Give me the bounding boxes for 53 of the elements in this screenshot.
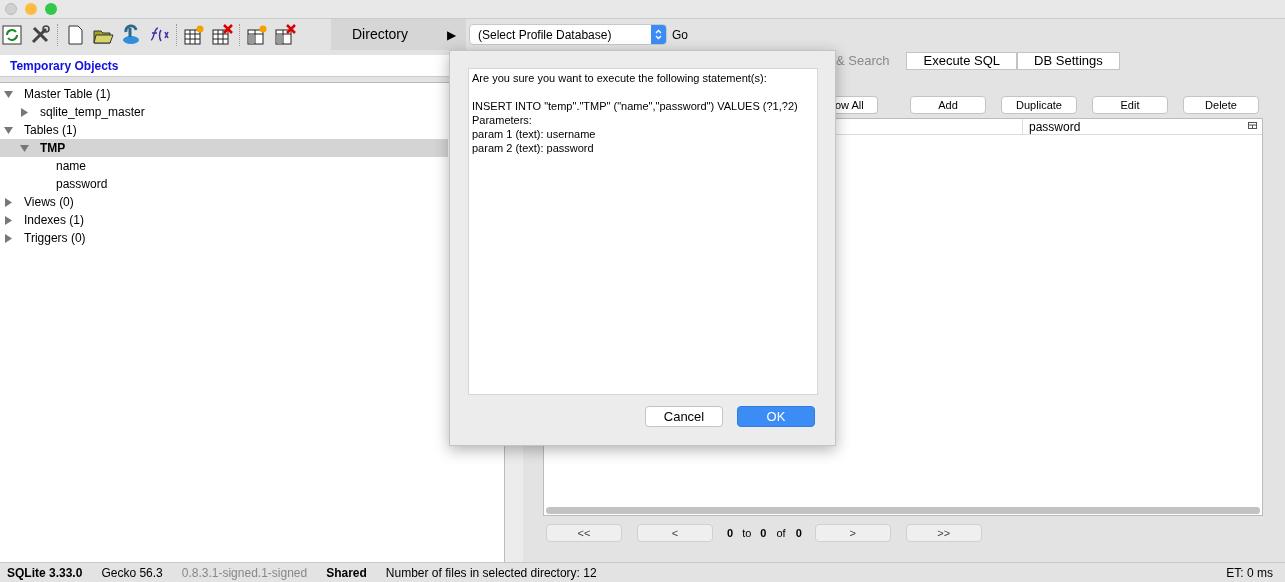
tree-item[interactable]: Views (0) <box>0 193 448 211</box>
tree-item[interactable]: password <box>0 175 448 193</box>
directory-label: Directory <box>352 25 409 44</box>
status-text: 0.8.3.1-signed.1-signed <box>181 564 308 582</box>
tools-icon[interactable] <box>29 23 51 46</box>
message-line: INSERT INTO "temp"."TMP" ("name","password") VALUES (?1,?2) <box>472 99 799 113</box>
tab[interactable]: DB Settings <box>1017 52 1120 70</box>
pager-label: to <box>742 525 752 541</box>
tree-item[interactable]: Indexes (1) <box>0 211 448 229</box>
tab[interactable]: Execute SQL <box>906 52 1018 70</box>
action-button[interactable]: ow All <box>835 96 878 114</box>
action-button[interactable]: Duplicate <box>1001 96 1077 114</box>
message-line: Parameters: <box>472 113 533 127</box>
chevron-icon[interactable] <box>655 29 662 40</box>
status-text: SQLite 3.33.0 <box>7 564 83 582</box>
pager-button[interactable]: << <box>546 524 622 542</box>
page-number: 0 <box>795 525 802 541</box>
action-button[interactable]: Delete <box>1183 96 1259 114</box>
action-button[interactable]: Add <box>910 96 986 114</box>
message-line: param 1 (text): username <box>472 127 597 141</box>
column-picker-icon[interactable] <box>1248 122 1258 131</box>
tree-item[interactable]: name <box>0 157 448 175</box>
scrollbar[interactable] <box>546 506 1260 514</box>
tree-item[interactable]: Master Table (1) <box>0 85 448 103</box>
page-number: 0 <box>727 525 734 541</box>
status-text: ET: 0 ms <box>1226 564 1274 582</box>
expanded-triangle-icon[interactable] <box>4 89 13 99</box>
add-table-icon[interactable] <box>183 23 205 46</box>
pager-button[interactable]: >> <box>905 524 982 542</box>
dialog-button[interactable]: Cancel <box>645 406 723 427</box>
tree-item[interactable]: Triggers (0) <box>0 229 448 247</box>
pager-label: of <box>776 525 786 541</box>
tree-item[interactable]: Tables (1) <box>0 121 448 139</box>
go-button[interactable]: Go <box>672 25 688 44</box>
arrow-button[interactable]: ▶ <box>447 25 456 44</box>
pager-button[interactable]: < <box>637 524 713 542</box>
status-text: Gecko 56.3 <box>101 564 163 582</box>
collapsed-triangle-icon[interactable] <box>20 107 29 117</box>
profile-select[interactable]: (Select Profile Database) <box>469 24 667 45</box>
tree-item[interactable]: TMP <box>0 139 448 157</box>
status-text: Shared <box>326 564 367 582</box>
page-number: 0 <box>760 525 767 541</box>
pager-button[interactable]: > <box>814 524 891 542</box>
refresh-icon[interactable] <box>1 23 23 46</box>
message-line: param 2 (text): password <box>472 141 595 155</box>
status-text: Number of files in selected directory: 12 <box>385 564 597 582</box>
column-header[interactable]: password <box>1029 117 1081 136</box>
delete-column-icon[interactable] <box>274 23 296 46</box>
add-column-icon[interactable] <box>246 23 268 46</box>
tree-item[interactable]: sqlite_temp_master <box>0 103 448 121</box>
action-button[interactable]: Edit <box>1092 96 1168 114</box>
delete-table-icon[interactable] <box>211 23 233 46</box>
import-icon[interactable] <box>120 23 142 46</box>
